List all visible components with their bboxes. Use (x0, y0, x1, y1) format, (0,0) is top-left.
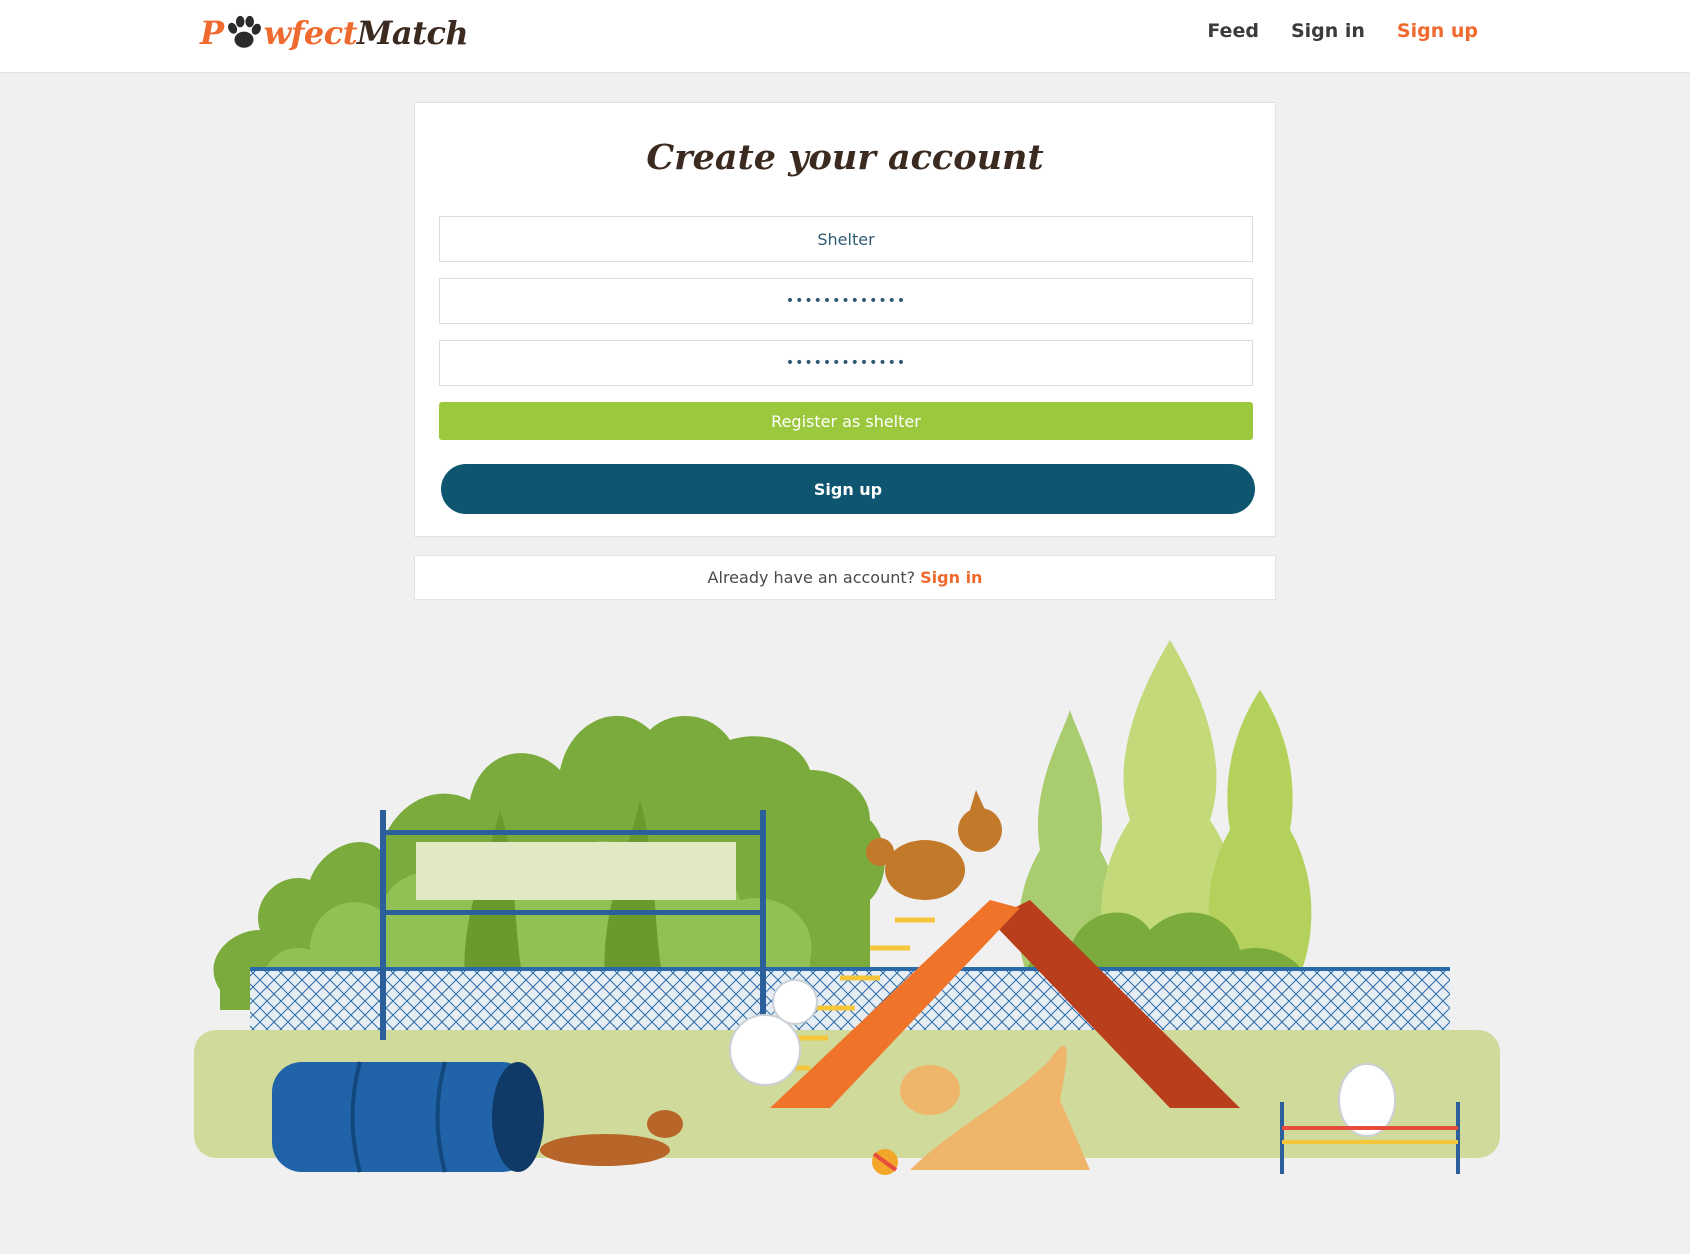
navbar: P wfect Match Feed Sign in Sign up (0, 0, 1690, 73)
nav-feed[interactable]: Feed (1207, 20, 1259, 42)
logo-text-match: Match (357, 14, 469, 52)
nav-sign-in[interactable]: Sign in (1291, 20, 1365, 42)
signin-prompt-text: Already have an account? (707, 568, 916, 587)
logo-text-p: P (200, 14, 224, 52)
page-title: Create your account (646, 137, 1044, 178)
dog-shiba (866, 790, 1002, 900)
dog-park-illustration (194, 640, 1500, 1175)
sign-up-button[interactable]: Sign up (441, 464, 1255, 514)
agility-tunnel (272, 1061, 544, 1173)
signin-prompt: Already have an account? Sign in (414, 555, 1276, 600)
dog-white-small (1338, 1063, 1396, 1137)
signup-card: Create your account Register as shelter … (414, 102, 1276, 537)
password-field[interactable] (439, 278, 1253, 324)
username-field[interactable] (439, 216, 1253, 262)
register-as-shelter-button[interactable]: Register as shelter (439, 402, 1253, 440)
logo[interactable]: P wfect Match (200, 8, 469, 58)
logo-text-wfect: wfect (263, 14, 358, 52)
nav-sign-up[interactable]: Sign up (1397, 20, 1478, 42)
nav-links: Feed Sign in Sign up (1207, 20, 1478, 42)
ball (872, 1149, 898, 1175)
confirm-password-field[interactable] (439, 340, 1253, 386)
signin-link[interactable]: Sign in (920, 568, 982, 587)
paw-icon (227, 15, 261, 48)
